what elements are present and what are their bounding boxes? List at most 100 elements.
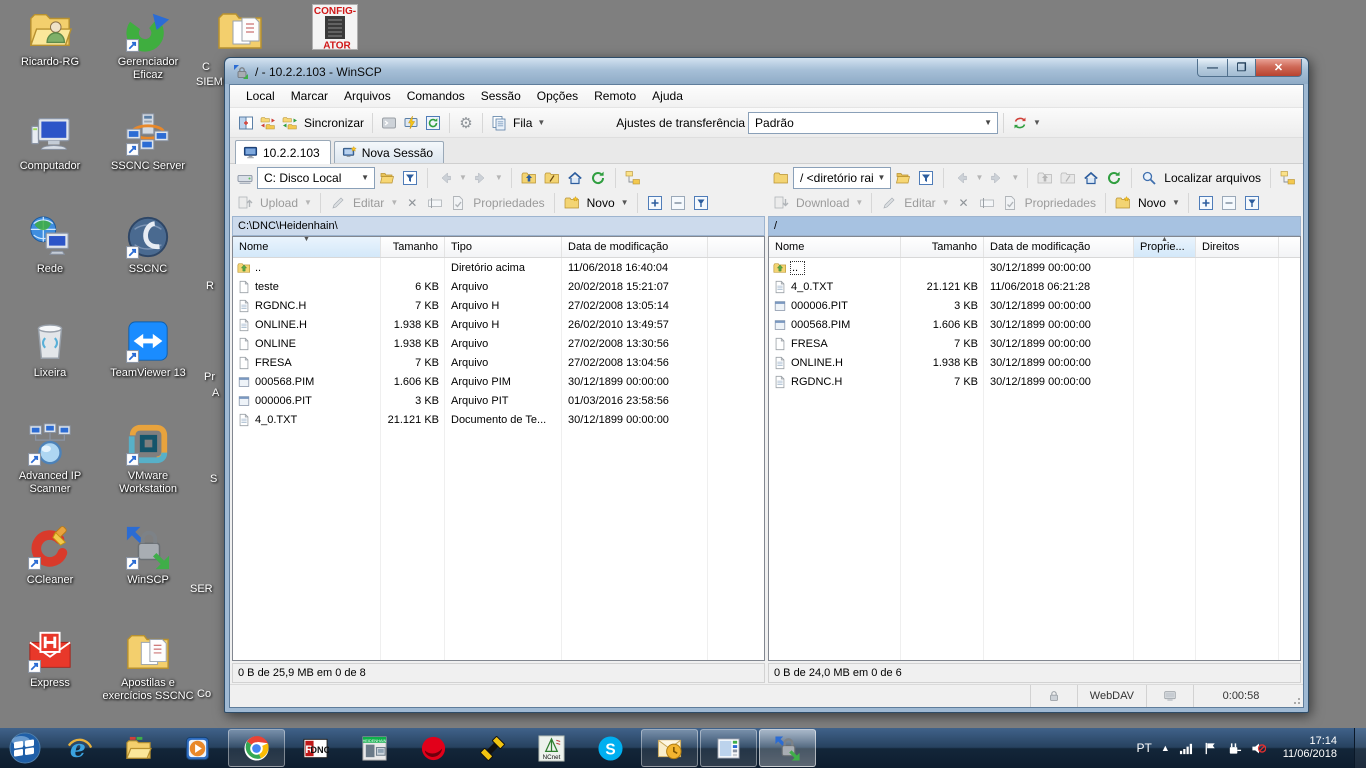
invert-selection-icon[interactable]: [690, 192, 712, 214]
taskbar-internet-explorer[interactable]: e: [51, 729, 108, 767]
protocol-status[interactable]: WebDAV: [1077, 685, 1146, 707]
refresh-panels-icon[interactable]: [422, 112, 444, 134]
remote-file-row-online-h[interactable]: ONLINE.H1.938 KB30/12/1899 00:00:00: [769, 353, 1300, 372]
synchronize-button[interactable]: Sincronizar: [301, 116, 367, 130]
session-tab-10-2-2-103[interactable]: 10.2.2.103: [235, 140, 331, 164]
queue-button[interactable]: Fila: [510, 116, 535, 130]
queue-dropdown-arrow[interactable]: ▼: [535, 118, 547, 127]
transfer-settings-combo[interactable]: Padrão ▼: [748, 112, 998, 134]
desktop-icon-ricardo-rg[interactable]: Ricardo-RG: [4, 7, 96, 69]
desktop-icon-rede[interactable]: Rede: [4, 214, 96, 276]
desktop-icon-vmware-workstation[interactable]: VMware Workstation: [102, 421, 194, 496]
desktop-icon-apostilas-e-exerc-cios-sscnc[interactable]: Apostilas e exercícios SSCNC: [102, 628, 194, 703]
action-center-flag-icon[interactable]: [1203, 741, 1218, 756]
desktop-icon-gerenciador-eficaz[interactable]: Gerenciador Eficaz: [102, 7, 194, 82]
transfer-sync-icon[interactable]: [1009, 112, 1031, 134]
local-column-header-nome[interactable]: ▼Nome: [233, 237, 381, 257]
taskbar-rgdnc[interactable]: RDNC: [287, 729, 344, 767]
desktop-icon-winscp[interactable]: WinSCP: [102, 525, 194, 587]
local-drive-combo[interactable]: C: Disco Local ▼: [257, 167, 375, 189]
select-icon[interactable]: [644, 192, 666, 214]
close-button[interactable]: ✕: [1255, 59, 1302, 77]
remote-file-row-rgdnc-h[interactable]: RGDNC.H7 KB30/12/1899 00:00:00: [769, 372, 1300, 391]
taskbar-tool-app[interactable]: [464, 729, 521, 767]
taskbar-skype[interactable]: S: [582, 729, 639, 767]
menu-arquivos[interactable]: Arquivos: [336, 87, 399, 105]
menu-sess-o[interactable]: Sessão: [473, 87, 529, 105]
show-desktop-button[interactable]: [1354, 728, 1366, 768]
local-file-row-000568-pim[interactable]: 000568.PIM1.606 KBArquivo PIM30/12/1899 …: [233, 372, 764, 391]
language-indicator[interactable]: PT: [1136, 741, 1151, 755]
local-file-row-online[interactable]: ONLINE1.938 KBArquivo27/02/2008 13:30:56: [233, 334, 764, 353]
local-path-bar[interactable]: C:\DNC\Heidenhain\: [232, 216, 765, 236]
synchronize-icon[interactable]: [279, 112, 301, 134]
resize-grip[interactable]: [1288, 685, 1303, 707]
local-file-row-4-0-txt[interactable]: 4_0.TXT21.121 KBDocumento de Te...30/12/…: [233, 410, 764, 429]
menu-comandos[interactable]: Comandos: [399, 87, 473, 105]
remote-column-header-data-de-modifica-o[interactable]: Data de modificação: [984, 237, 1134, 257]
local-file-row-online-h[interactable]: ONLINE.H1.938 KBArquivo H26/02/2010 13:4…: [233, 315, 764, 334]
console-icon[interactable]: [378, 112, 400, 134]
local-file-row-fresa[interactable]: FRESA7 KBArquivo27/02/2008 13:04:56: [233, 353, 764, 372]
title-bar[interactable]: / - 10.2.2.103 - WinSCP — ❐ ✕: [225, 58, 1308, 84]
preferences-panels-icon[interactable]: [235, 112, 257, 134]
rename-icon[interactable]: [424, 192, 446, 214]
remote-parent-directory-icon[interactable]: [1034, 167, 1056, 189]
taskbar-outlook[interactable]: [641, 729, 698, 767]
upload-button[interactable]: Upload: [257, 196, 301, 210]
desktop-icon-ccleaner[interactable]: CCleaner: [4, 525, 96, 587]
remote-open-directory-icon[interactable]: [892, 167, 914, 189]
local-column-header-tamanho[interactable]: Tamanho: [381, 237, 445, 257]
remote-file-row-000568-pim[interactable]: 000568.PIM1.606 KB30/12/1899 00:00:00: [769, 315, 1300, 334]
new-button[interactable]: Novo: [584, 196, 618, 210]
remote-home-directory-icon[interactable]: [1080, 167, 1102, 189]
signal-strength-icon[interactable]: [1179, 741, 1194, 756]
open-directory-icon[interactable]: [376, 167, 398, 189]
local-file-row-000006-pit[interactable]: 000006.PIT3 KBArquivo PIT01/03/2016 23:5…: [233, 391, 764, 410]
local-file-row-rgdnc-h[interactable]: RGDNC.H7 KBArquivo H27/02/2008 13:05:14: [233, 296, 764, 315]
menu-ajuda[interactable]: Ajuda: [644, 87, 691, 105]
refresh-icon[interactable]: [587, 167, 609, 189]
remote-unselect-icon[interactable]: [1218, 192, 1240, 214]
remote-file-row-fresa[interactable]: FRESA7 KB30/12/1899 00:00:00: [769, 334, 1300, 353]
taskbar-chrome[interactable]: [228, 729, 285, 767]
desktop-icon-sscnc-server[interactable]: SSCNC Server: [102, 111, 194, 173]
desktop-icon-folder-docs[interactable]: [216, 6, 264, 54]
root-directory-icon[interactable]: [541, 167, 563, 189]
taskbar-windows-explorer[interactable]: [110, 729, 167, 767]
settings-gear-icon[interactable]: ⚙: [455, 112, 477, 134]
remote-root-directory-icon[interactable]: [1057, 167, 1079, 189]
remote-file-row-000006-pit[interactable]: 000006.PIT3 KB30/12/1899 00:00:00: [769, 296, 1300, 315]
find-files-button[interactable]: Localizar arquivos: [1161, 171, 1264, 185]
parent-directory-icon[interactable]: [518, 167, 540, 189]
remote-back-icon[interactable]: [950, 167, 972, 189]
home-directory-icon[interactable]: [564, 167, 586, 189]
remote-rename-icon[interactable]: [976, 192, 998, 214]
desktop-icon-advanced-ip-scanner[interactable]: Advanced IP Scanner: [4, 421, 96, 496]
remote-file-row-4-0-txt[interactable]: 4_0.TXT21.121 KB11/06/2018 06:21:28: [769, 277, 1300, 296]
menu-remoto[interactable]: Remoto: [586, 87, 644, 105]
remote-select-icon[interactable]: [1195, 192, 1217, 214]
taskbar-winscp[interactable]: [759, 729, 816, 767]
local-column-header-tipo[interactable]: Tipo: [445, 237, 562, 257]
remote-path-bar[interactable]: /: [768, 216, 1301, 236]
session-tab-nova-sess-o[interactable]: Nova Sessão: [334, 141, 444, 163]
start-button[interactable]: [1, 729, 49, 767]
remote-invert-selection-icon[interactable]: [1241, 192, 1263, 214]
remote-new-button[interactable]: Novo: [1135, 196, 1169, 210]
network-plug-icon[interactable]: [1227, 741, 1242, 756]
desktop-icon-teamviewer-13[interactable]: TeamViewer 13: [102, 318, 194, 380]
forward-icon[interactable]: [470, 167, 492, 189]
volume-muted-icon[interactable]: [1251, 741, 1266, 756]
remote-properties-button[interactable]: Propriedades: [1022, 196, 1099, 210]
remote-filter-icon[interactable]: [915, 167, 937, 189]
clock[interactable]: 17:14 11/06/2018: [1283, 735, 1337, 761]
download-button[interactable]: Download: [793, 196, 852, 210]
properties-button[interactable]: Propriedades: [470, 196, 547, 210]
taskbar-app-window[interactable]: [700, 729, 757, 767]
remote-edit-button[interactable]: Editar: [901, 196, 938, 210]
remote-refresh-icon[interactable]: [1103, 167, 1125, 189]
remote-column-header-direitos[interactable]: Direitos: [1196, 237, 1279, 257]
unselect-icon[interactable]: [667, 192, 689, 214]
remote-forward-icon[interactable]: [986, 167, 1008, 189]
